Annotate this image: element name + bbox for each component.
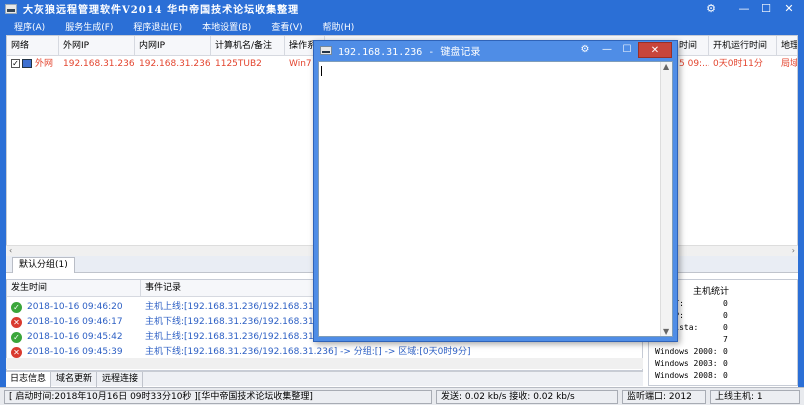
offline-x-icon: ✕ <box>11 347 22 358</box>
skin-icon[interactable]: ⚙ <box>700 0 722 17</box>
online-check-icon: ✓ <box>11 332 22 343</box>
status-bar: [ 启动时间:2018年10月16日 09时33分10秒 ][华中帝国技术论坛收… <box>0 387 804 405</box>
menu-build-service[interactable]: 服务生成(F) <box>65 20 113 33</box>
scroll-up-arrow-icon[interactable]: ▲ <box>663 62 669 71</box>
stats-value: 7 <box>723 335 728 344</box>
col-uptime[interactable]: 开机运行时间 <box>709 36 777 56</box>
cell-network: 外网 <box>35 59 54 69</box>
tab-domain-update[interactable]: 域名更新 <box>52 372 98 387</box>
col-lan-ip[interactable]: 内网IP <box>135 36 211 56</box>
dialog-maximize-button[interactable]: ☐ <box>618 42 636 58</box>
tab-default-group[interactable]: 默认分组(1) <box>12 257 75 273</box>
col-network[interactable]: 网络 <box>7 36 59 56</box>
scroll-left-arrow-icon[interactable]: ‹ <box>9 246 12 256</box>
dialog-close-button[interactable]: ✕ <box>638 42 672 58</box>
cell-geo: 局域 <box>781 59 798 69</box>
tab-remote-connect[interactable]: 远程连接 <box>98 372 144 387</box>
title-bar: 大灰狼远程管理软件V2014 华中帝国技术论坛收集整理 <box>0 0 804 17</box>
maximize-button[interactable]: ☐ <box>755 0 777 17</box>
col-occur-time[interactable]: 发生时间 <box>7 280 141 297</box>
cell-computer-name: 1125TUB2 <box>215 59 262 69</box>
col-computer-name[interactable]: 计算机名/备注 <box>211 36 285 56</box>
row-checkbox[interactable]: ✓ <box>11 59 20 68</box>
stats-label: Windows 2000: <box>655 347 718 356</box>
stats-value: 0 <box>723 371 728 380</box>
keylog-vscroll[interactable]: ▲ ▼ <box>660 62 672 336</box>
log-time: 2018-10-16 09:46:17 <box>27 317 123 327</box>
menu-view[interactable]: 查看(V) <box>271 20 302 33</box>
status-listen-port: 监听端口: 2012 <box>622 390 706 404</box>
keylog-textarea[interactable]: ▲ ▼ <box>318 61 673 337</box>
log-time: 2018-10-16 09:45:42 <box>27 332 123 342</box>
scroll-right-arrow-icon[interactable]: › <box>792 246 795 256</box>
stats-title: 主机统计 <box>693 287 730 297</box>
cell-time: 5 09:... <box>679 59 709 69</box>
col-time[interactable]: 时间 <box>675 36 709 56</box>
menu-exit[interactable]: 程序退出(E) <box>133 20 182 33</box>
menu-bar: 程序(A) 服务生成(F) 程序退出(E) 本地设置(B) 查看(V) 帮助(H… <box>0 17 804 35</box>
cell-uptime: 0天0时11分 <box>713 59 763 69</box>
stats-value: 0 <box>723 359 728 368</box>
stats-value: 0 <box>723 311 728 320</box>
stats-value: 0 <box>723 347 728 356</box>
keylog-dialog: 192.168.31.236 - 键盘记录 ⚙ — ☐ ✕ ▲ ▼ <box>313 40 678 342</box>
cell-wan-ip: 192.168.31.236 <box>63 59 135 69</box>
close-button[interactable]: ✕ <box>777 0 801 17</box>
menu-help[interactable]: 帮助(H) <box>323 20 355 33</box>
stats-label: Windows 2003: <box>655 359 718 368</box>
stats-value: 0 <box>723 299 728 308</box>
menu-program[interactable]: 程序(A) <box>14 20 45 33</box>
status-start-time: [ 启动时间:2018年10月16日 09时33分10秒 ][华中帝国技术论坛收… <box>4 390 432 404</box>
dialog-minimize-button[interactable]: — <box>598 42 616 58</box>
dialog-title: 192.168.31.236 - 键盘记录 <box>338 47 481 58</box>
app-icon <box>5 3 17 14</box>
text-caret <box>321 66 322 76</box>
cell-lan-ip: 192.168.31.236 <box>139 59 211 69</box>
stats-label: Windows 2008: <box>655 371 718 380</box>
col-geo[interactable]: 地理 <box>777 36 797 56</box>
col-wan-ip[interactable]: 外网IP <box>59 36 135 56</box>
app-title: 大灰狼远程管理软件V2014 华中帝国技术论坛收集整理 <box>23 5 300 16</box>
log-event: 主机下线:[192.168.31.236/192.168.31.236] <box>145 317 338 327</box>
menu-local-settings[interactable]: 本地设置(B) <box>202 20 251 33</box>
tab-log-info[interactable]: 日志信息 <box>6 372 52 387</box>
stats-value: 0 <box>723 323 728 332</box>
bottom-tab-strip: 日志信息 域名更新 远程连接 <box>6 371 643 387</box>
keyboard-icon <box>320 46 332 55</box>
online-check-icon: ✓ <box>11 302 22 313</box>
log-event: 主机上线:[192.168.31.236/192.168.31.236] <box>145 302 338 312</box>
status-online-hosts: 上线主机: 1 <box>710 390 800 404</box>
offline-x-icon: ✕ <box>11 317 22 328</box>
status-traffic: 发送: 0.02 kb/s 接收: 0.02 kb/s <box>436 390 618 404</box>
log-hscroll[interactable] <box>6 358 643 369</box>
scroll-down-arrow-icon[interactable]: ▼ <box>663 327 669 336</box>
dialog-skin-icon[interactable]: ⚙ <box>576 42 594 58</box>
minimize-button[interactable]: — <box>733 0 755 17</box>
log-time: 2018-10-16 09:46:20 <box>27 302 123 312</box>
window-frame-right <box>798 35 804 405</box>
log-event: 主机上线:[192.168.31.236/192.168.31.236] <box>145 332 338 342</box>
